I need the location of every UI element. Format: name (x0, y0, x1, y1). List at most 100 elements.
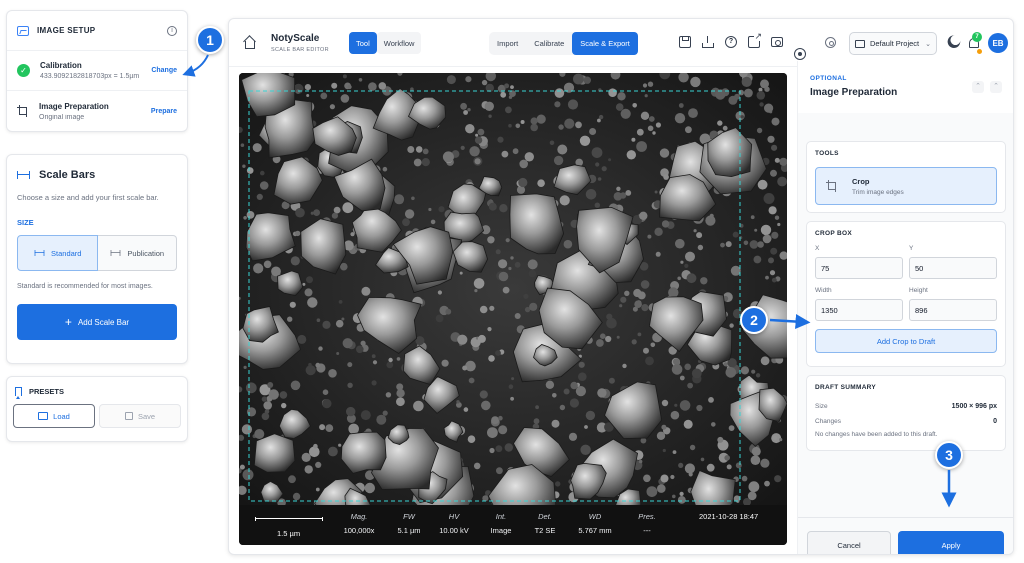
fine-particle (463, 407, 469, 412)
fine-particle (473, 278, 485, 289)
fine-particle (558, 124, 564, 130)
fine-particle (243, 365, 247, 369)
load-preset-button[interactable]: Load (13, 404, 95, 428)
fine-particle (747, 491, 757, 501)
add-crop-to-draft-button[interactable]: Add Crop to Draft (815, 329, 997, 353)
chevron-up-icon[interactable]: ⌃ (990, 81, 1002, 93)
size-option-publication[interactable]: Publication (97, 235, 177, 271)
fine-particle (328, 369, 337, 378)
step-calibrate[interactable]: Calibrate (526, 32, 572, 55)
fine-particle (301, 337, 306, 342)
fine-particle (677, 496, 686, 504)
calibration-change-link[interactable]: Change (151, 67, 177, 74)
fine-particle (535, 405, 539, 410)
fine-particle (268, 389, 279, 400)
fine-particle (341, 317, 345, 321)
crop-tool[interactable]: Crop Trim image edges (815, 167, 997, 205)
info-icon[interactable]: i (167, 25, 177, 36)
moon-icon[interactable] (949, 34, 962, 47)
fine-particle (259, 181, 269, 190)
fine-particle (438, 206, 445, 213)
crop-width-input[interactable]: 1350 (815, 299, 903, 321)
fine-particle (640, 437, 647, 444)
draft-size-label: Size (815, 403, 828, 410)
step-scale-export[interactable]: Scale & Export (572, 32, 638, 55)
mode-workflow[interactable]: Workflow (376, 32, 422, 54)
fine-particle (428, 207, 432, 212)
apply-button[interactable]: Apply (898, 531, 1004, 554)
fine-particle (620, 296, 627, 303)
fine-particle (663, 174, 669, 180)
fine-particle (460, 145, 465, 150)
download-icon[interactable] (702, 36, 714, 48)
presets-title: PRESETS (29, 387, 65, 396)
image-preparation-prepare-link[interactable]: Prepare (151, 108, 177, 115)
fine-particle (771, 231, 779, 239)
fine-particle (636, 128, 644, 136)
fine-particle (608, 158, 612, 162)
help-icon[interactable]: ? (725, 36, 737, 48)
save-icon[interactable] (679, 36, 691, 48)
crop-y-input[interactable]: 50 (909, 257, 997, 279)
fine-particle (563, 388, 570, 395)
step-import[interactable]: Import (489, 32, 526, 55)
save-icon (124, 412, 133, 420)
fine-particle (364, 482, 375, 494)
home-icon[interactable] (243, 37, 255, 49)
crop-height-input[interactable]: 896 (909, 299, 997, 321)
crop-box-title: CROP BOX (815, 230, 852, 237)
fine-particle (260, 170, 265, 176)
fine-particle (336, 352, 340, 355)
fine-particle (435, 314, 444, 323)
fine-particle (563, 239, 573, 249)
fine-particle (769, 270, 776, 276)
add-scale-bar-button[interactable]: + Add Scale Bar (17, 304, 177, 340)
fine-particle (595, 162, 600, 167)
fine-particle (292, 492, 301, 501)
fine-particle (632, 103, 637, 108)
fine-particle (583, 76, 591, 84)
fine-particle (670, 474, 675, 480)
fine-particle (347, 84, 352, 90)
fine-particle (575, 121, 582, 129)
camera-icon[interactable] (771, 37, 783, 47)
fine-particle (608, 88, 617, 97)
chevron-up-icon[interactable]: ⌃ (972, 81, 984, 93)
size-label: SIZE (17, 218, 34, 227)
fine-particle (331, 82, 338, 89)
fine-particle (445, 308, 452, 315)
fine-particle (479, 390, 488, 399)
project-selector[interactable]: Default Project ⌄ (849, 32, 937, 55)
preset-buttons: Load Save (13, 404, 181, 428)
cancel-button[interactable]: Cancel (807, 531, 891, 554)
crop-icon (17, 105, 29, 117)
image-canvas[interactable]: 1.5 µm Mag. 100,000x FW 5.1 µm HV 10.00 … (239, 73, 787, 545)
size-option-label: Standard (51, 248, 82, 258)
crop-x-input[interactable]: 75 (815, 257, 903, 279)
image-icon (17, 25, 29, 36)
external-link-icon[interactable] (748, 32, 762, 48)
save-preset-button[interactable]: Save (99, 404, 181, 428)
draft-changes-value: 0 (993, 418, 997, 425)
fine-particle (650, 342, 656, 348)
fine-particle (477, 334, 486, 343)
fine-particle (569, 398, 579, 408)
fine-particle (468, 377, 475, 384)
fine-particle (777, 222, 781, 227)
record-icon[interactable] (794, 48, 806, 60)
crop-width-label: Width (815, 287, 832, 294)
fine-particle (597, 118, 601, 123)
fine-particle (661, 399, 669, 407)
fine-particle (394, 194, 405, 205)
check-circle-icon: ✓ (17, 64, 30, 77)
size-option-standard[interactable]: Standard (17, 235, 98, 271)
databar-value: T2 SE (534, 526, 556, 535)
plus-icon: + (64, 315, 72, 329)
mode-tool[interactable]: Tool (349, 32, 377, 54)
fine-particle (376, 414, 387, 425)
fine-particle (511, 377, 515, 381)
avatar[interactable]: EB (988, 33, 1008, 53)
fine-particle (771, 117, 780, 126)
settings-icon[interactable] (825, 37, 836, 48)
fine-particle (382, 410, 388, 416)
